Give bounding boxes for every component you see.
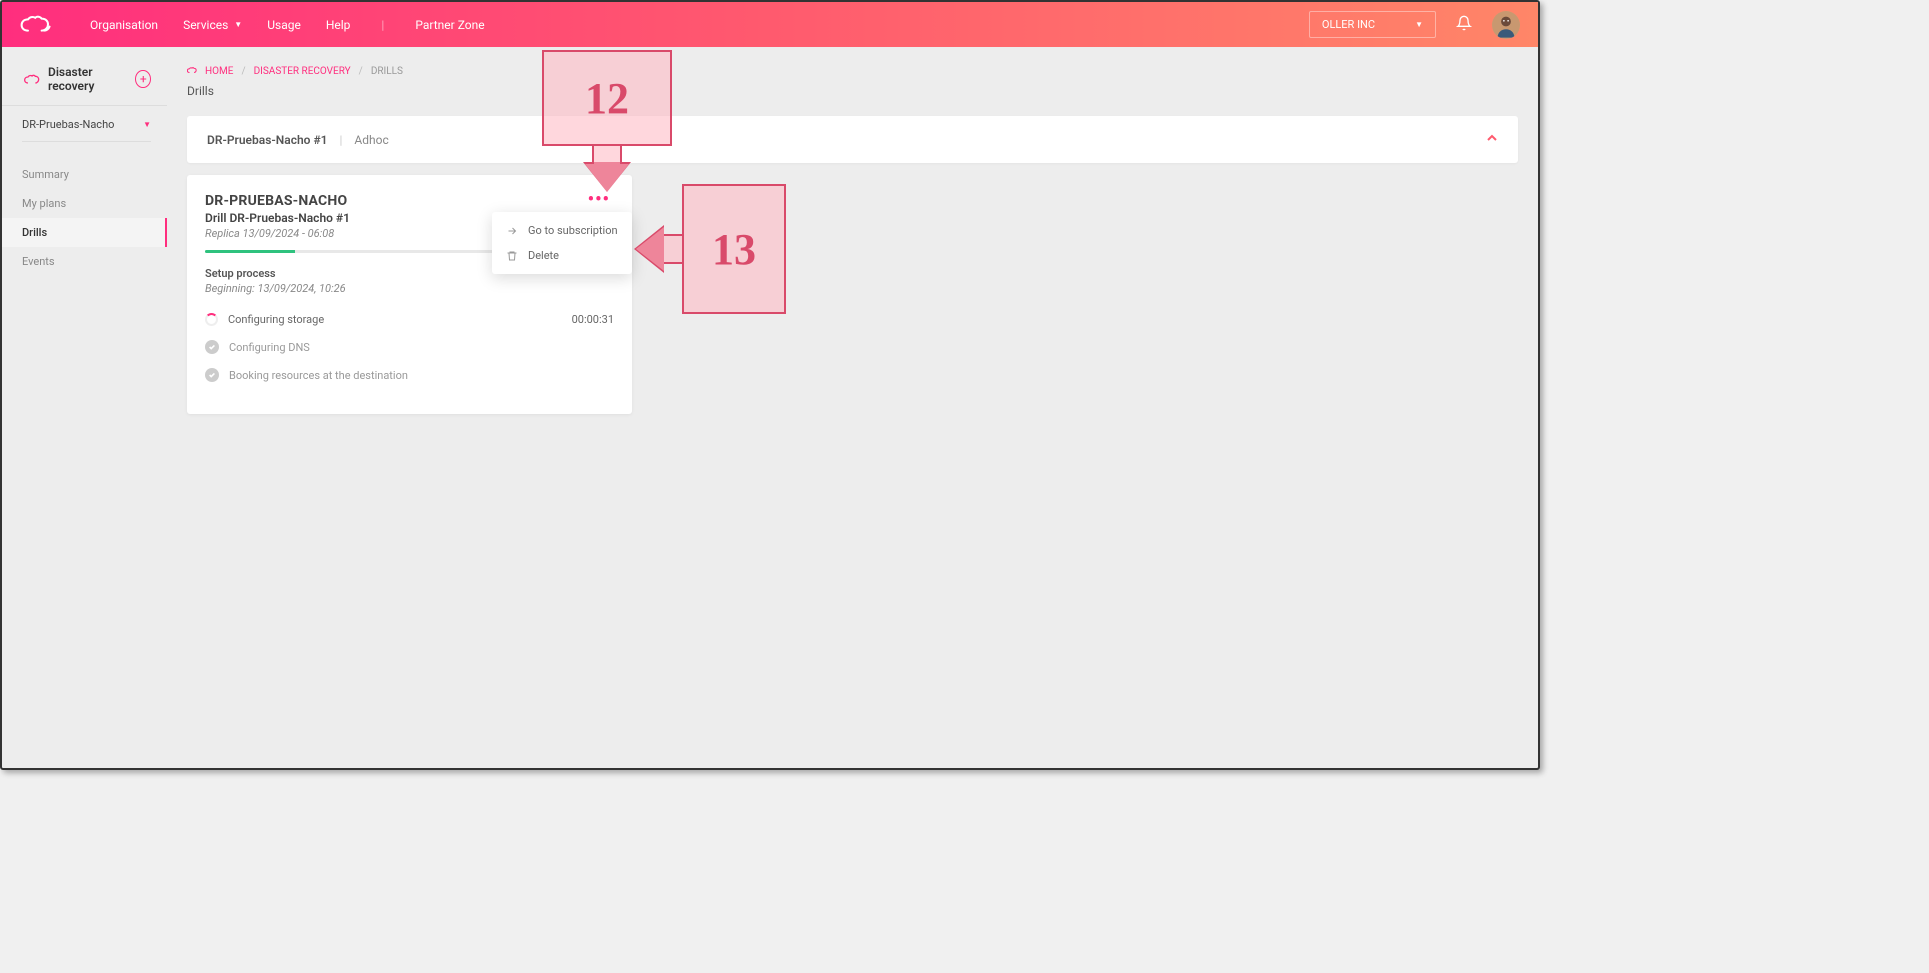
sidebar-plan-label: DR-Pruebas-Nacho [22,118,114,131]
menu-delete[interactable]: Delete [492,243,632,268]
cloud-icon [24,70,40,89]
breadcrumb: HOME / DISASTER RECOVERY / DRILLS [187,65,1518,78]
breadcrumb-home[interactable]: HOME [205,66,233,77]
trash-icon [506,250,518,262]
add-button[interactable]: + [135,70,151,88]
page-title: Drills [187,84,1518,98]
step-label: Configuring storage [228,313,324,326]
sidebar-item-summary[interactable]: Summary [2,160,167,189]
breadcrumb-separator: / [241,66,245,77]
sidebar-menu: Summary My plans Drills Events [2,160,167,276]
annotation-13-box: 13 [682,184,786,314]
nav-usage[interactable]: Usage [267,18,301,32]
content-wrap: Disaster recovery + DR-Pruebas-Nacho ▼ S… [2,47,1538,768]
panel-name: DR-Pruebas-Nacho #1 [207,133,327,147]
org-selector[interactable]: OLLER INC ▼ [1309,11,1436,38]
chevron-down-icon: ▼ [143,120,151,129]
breadcrumb-separator: / [359,66,363,77]
step-configuring-storage: Configuring storage 00:00:31 [205,313,614,326]
annotation-12-box: 12 [542,50,672,146]
nav-partner-zone[interactable]: Partner Zone [415,18,484,32]
step-booking-resources: Booking resources at the destination [205,368,614,382]
user-avatar[interactable] [1492,11,1520,39]
step-time: 00:00:31 [572,313,614,326]
sidebar-heading: Disaster recovery + [2,65,167,106]
annotation-arrow-left-icon [636,227,664,271]
check-icon [205,368,219,382]
drill-card: DR-PRUEBAS-NACHO Drill DR-Pruebas-Nacho … [187,175,632,414]
panel-tag: Adhoc [354,133,388,147]
logo[interactable] [20,14,60,36]
annotation-12: 12 [542,50,672,192]
nav-organisation[interactable]: Organisation [90,18,158,32]
top-navbar: Organisation Services ▼ Usage Help | Par… [2,2,1538,47]
step-configuring-dns: Configuring DNS [205,340,614,354]
chevron-up-icon[interactable] [1486,132,1498,147]
card-replica-meta: Replica 13/09/2024 - 06:08 [205,227,350,240]
setup-meta: Beginning: 13/09/2024, 10:26 [205,282,614,295]
menu-delete-label: Delete [528,249,559,262]
sidebar-item-drills[interactable]: Drills [2,218,167,247]
step-label: Configuring DNS [229,341,310,354]
step-label: Booking resources at the destination [229,369,408,382]
chevron-down-icon: ▼ [1415,20,1423,29]
org-selector-label: OLLER INC [1322,18,1375,31]
arrow-right-icon [506,225,518,237]
card-more-button[interactable]: ••• [584,193,614,207]
annotation-arrow-stem [592,146,622,164]
spinner-icon [205,313,218,326]
nav-services-label: Services [183,18,228,32]
progress-fill [205,250,295,253]
main-content: HOME / DISASTER RECOVERY / DRILLS Drills… [167,47,1538,768]
chevron-down-icon: ▼ [234,20,242,29]
sidebar: Disaster recovery + DR-Pruebas-Nacho ▼ S… [2,47,167,768]
home-icon [187,65,197,78]
app-window: Organisation Services ▼ Usage Help | Par… [0,0,1540,770]
card-subtitle: Drill DR-Pruebas-Nacho #1 [205,211,350,225]
card-context-menu: Go to subscription Delete [492,212,632,274]
nav-separator: | [381,18,384,32]
nav-help[interactable]: Help [326,18,351,32]
check-icon [205,340,219,354]
menu-go-to-subscription[interactable]: Go to subscription [492,218,632,243]
menu-go-to-subscription-label: Go to subscription [528,224,618,237]
nav-items: Organisation Services ▼ Usage Help | Par… [90,18,485,32]
topbar-right: OLLER INC ▼ [1309,11,1520,39]
card-title: DR-PRUEBAS-NACHO [205,193,350,209]
annotation-arrow-down-icon [585,164,629,192]
notifications-icon[interactable] [1456,15,1472,35]
sidebar-title: Disaster recovery [48,65,127,93]
annotation-13: 13 [636,184,786,314]
breadcrumb-current: DRILLS [371,66,403,77]
breadcrumb-section[interactable]: DISASTER RECOVERY [254,66,351,77]
sidebar-item-events[interactable]: Events [2,247,167,276]
nav-services[interactable]: Services ▼ [183,18,242,32]
annotation-arrow-stem [664,234,682,264]
drill-panel-header[interactable]: DR-Pruebas-Nacho #1 | Adhoc [187,116,1518,163]
sidebar-plan-selector[interactable]: DR-Pruebas-Nacho ▼ [22,118,151,142]
panel-divider: | [339,133,342,147]
sidebar-item-my-plans[interactable]: My plans [2,189,167,218]
